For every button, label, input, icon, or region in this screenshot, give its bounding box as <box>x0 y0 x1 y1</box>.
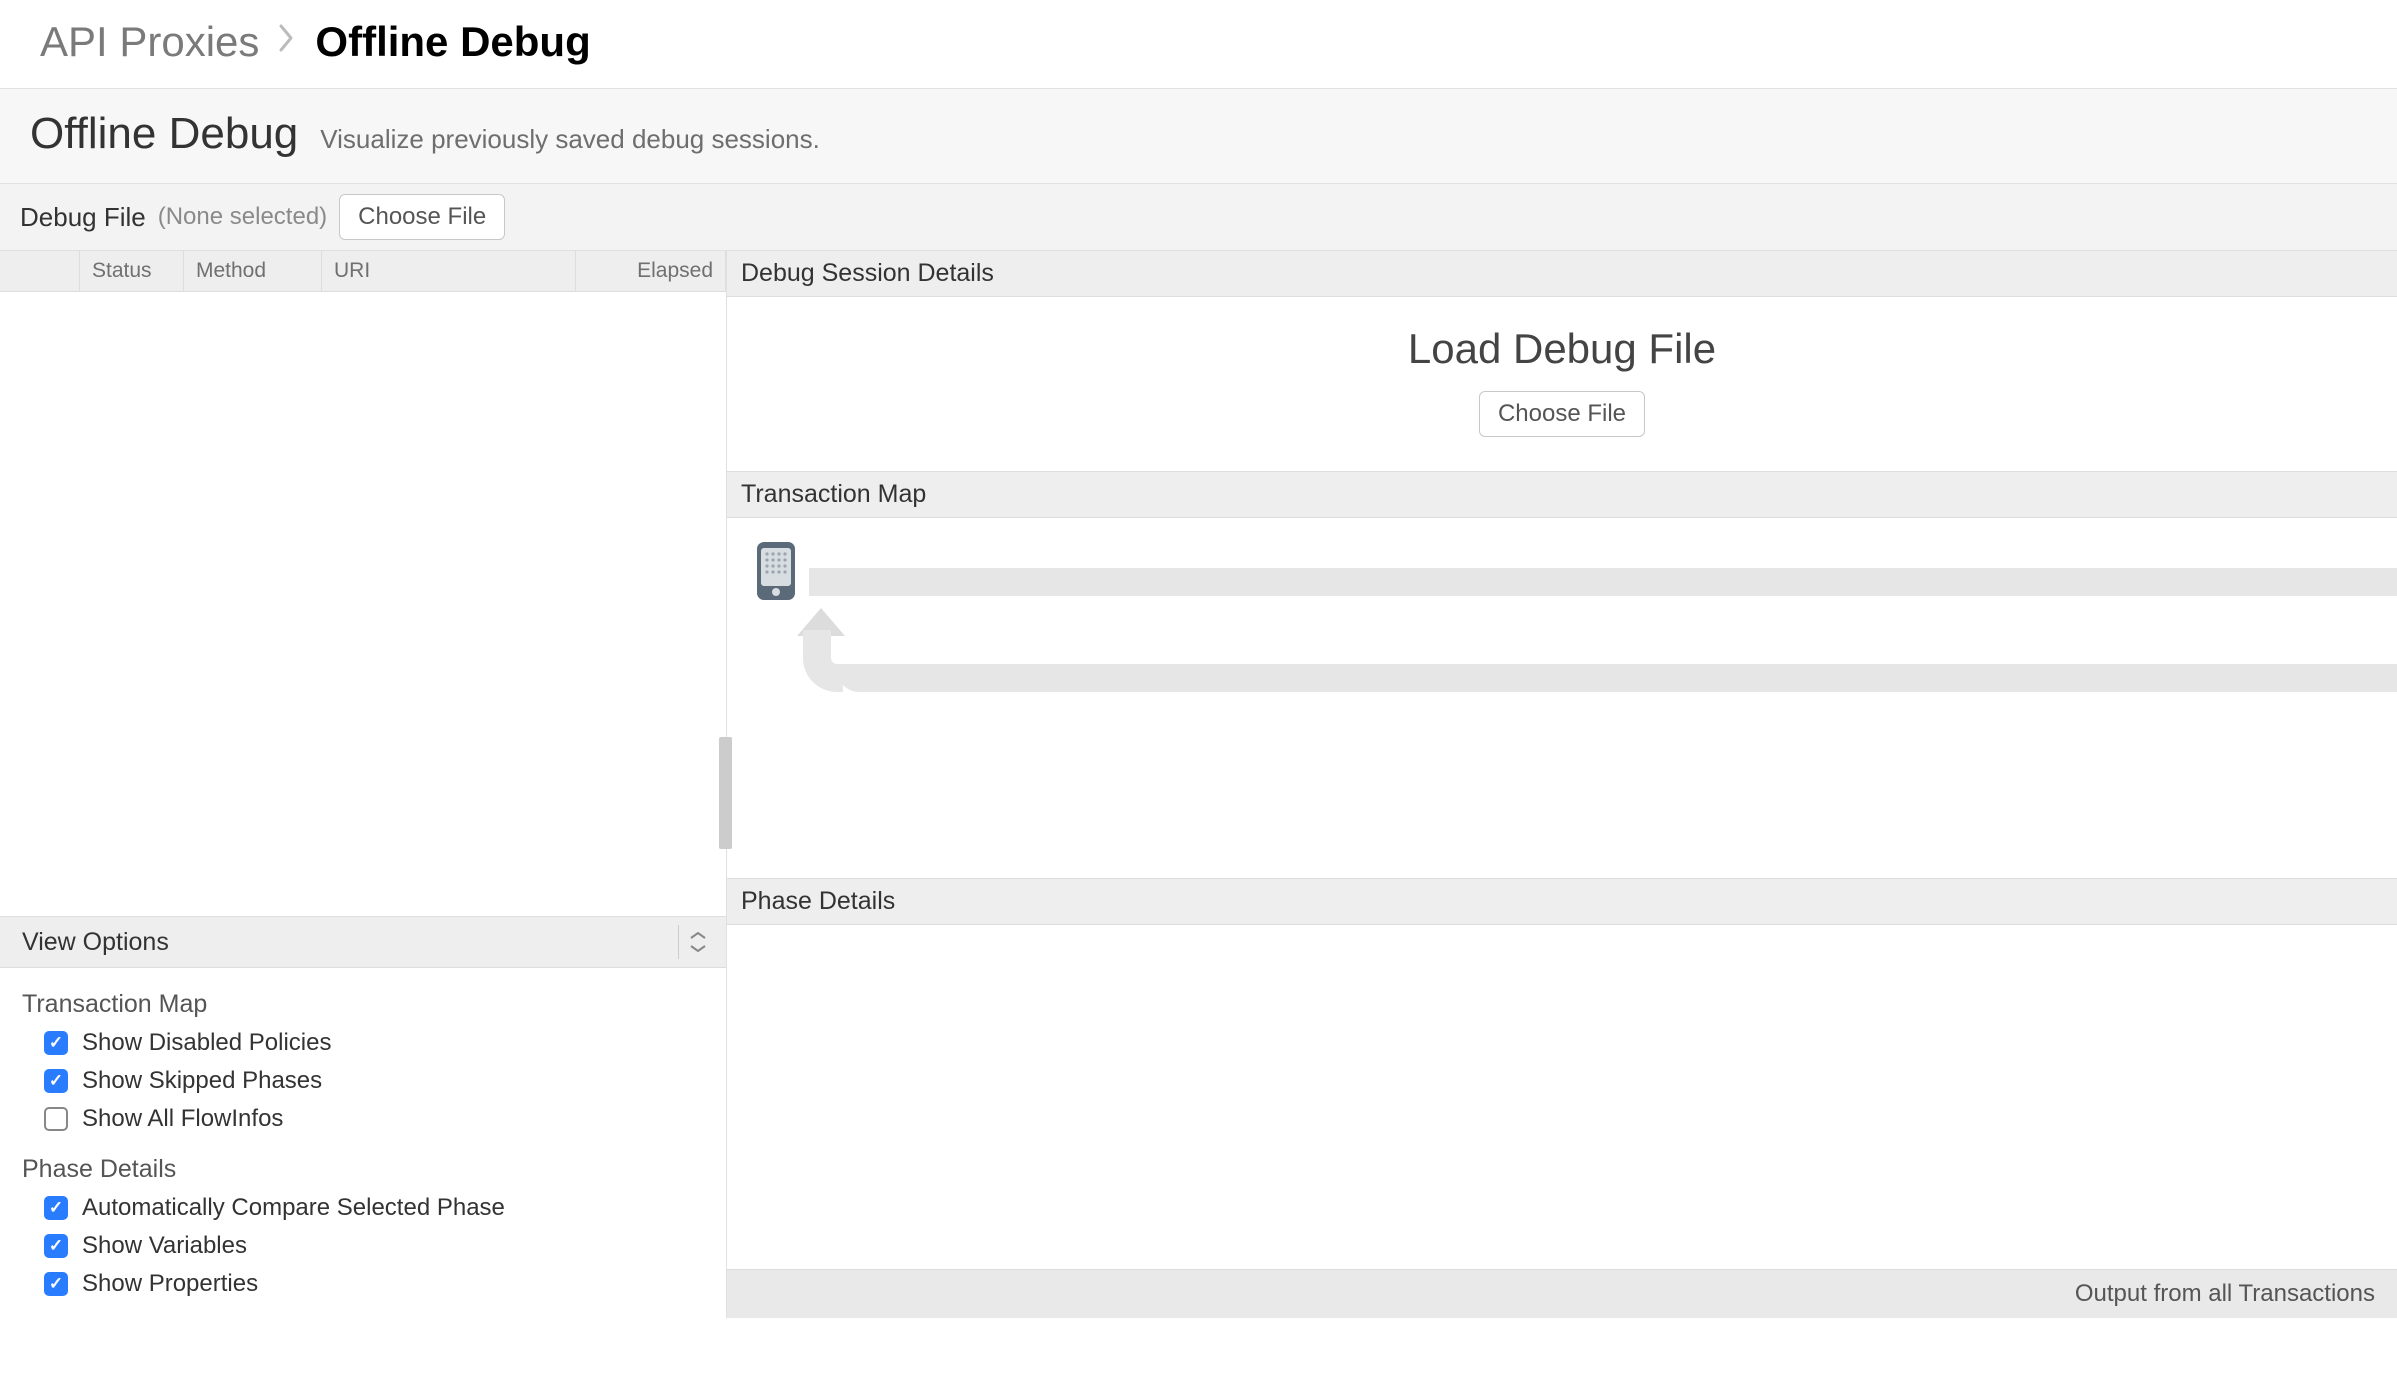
view-options-header[interactable]: View Options <box>0 917 726 968</box>
flow-curve <box>803 630 843 692</box>
transaction-map-header: Transaction Map <box>727 471 2397 518</box>
output-footer-label: Output from all Transactions <box>2075 1280 2375 1308</box>
col-method[interactable]: Method <box>184 251 322 291</box>
col-uri[interactable]: URI <box>322 251 576 291</box>
flow-line-response <box>837 664 2397 692</box>
checkbox-show-properties[interactable]: ✓ <box>44 1272 68 1296</box>
phase-details-header: Phase Details <box>727 878 2397 925</box>
label-show-all-flowinfos: Show All FlowInfos <box>82 1105 283 1133</box>
page-subtitle: Visualize previously saved debug session… <box>320 124 820 155</box>
debug-file-label: Debug File <box>20 202 146 233</box>
transaction-map-body <box>727 518 2397 878</box>
debug-file-bar: Debug File (None selected) Choose File <box>0 184 2397 251</box>
load-debug-file-area: Load Debug File Choose File <box>727 297 2397 471</box>
col-elapsed[interactable]: Elapsed <box>576 251 726 291</box>
breadcrumb: API Proxies Offline Debug <box>0 0 2397 88</box>
output-footer[interactable]: Output from all Transactions <box>727 1269 2397 1318</box>
checkbox-show-disabled-policies[interactable]: ✓ <box>44 1031 68 1055</box>
chevron-right-icon <box>277 22 297 62</box>
choose-file-button[interactable]: Choose File <box>339 194 505 240</box>
breadcrumb-parent[interactable]: API Proxies <box>40 18 259 66</box>
choose-file-button-main[interactable]: Choose File <box>1479 391 1645 437</box>
label-auto-compare-phase: Automatically Compare Selected Phase <box>82 1194 505 1222</box>
load-debug-file-title: Load Debug File <box>727 325 2397 373</box>
label-show-variables: Show Variables <box>82 1232 247 1260</box>
checkbox-auto-compare-phase[interactable]: ✓ <box>44 1196 68 1220</box>
checkbox-show-skipped-phases[interactable]: ✓ <box>44 1069 68 1093</box>
right-panel: Debug Session Details Load Debug File Ch… <box>727 251 2397 1318</box>
view-options-section-phase: Phase Details <box>22 1155 704 1184</box>
debug-file-status: (None selected) <box>158 203 327 231</box>
breadcrumb-current: Offline Debug <box>315 18 590 66</box>
page-title-bar: Offline Debug Visualize previously saved… <box>0 88 2397 184</box>
view-options-panel: View Options Transaction Map ✓ Show Disa… <box>0 916 726 1318</box>
checkbox-show-all-flowinfos[interactable] <box>44 1107 68 1131</box>
left-panel: Status Method URI Elapsed View Options T… <box>0 251 727 1318</box>
phone-icon <box>755 540 797 607</box>
transactions-table-body <box>0 292 726 916</box>
page-title: Offline Debug <box>30 109 298 159</box>
view-options-title: View Options <box>22 928 169 957</box>
flow-line-request <box>809 568 2397 596</box>
transactions-table-header: Status Method URI Elapsed <box>0 251 726 292</box>
label-show-properties: Show Properties <box>82 1270 258 1298</box>
collapse-icon[interactable] <box>678 925 716 959</box>
checkbox-show-variables[interactable]: ✓ <box>44 1234 68 1258</box>
debug-session-details-header: Debug Session Details <box>727 251 2397 297</box>
phase-details-body <box>727 925 2397 1269</box>
view-options-section-tmap: Transaction Map <box>22 990 704 1019</box>
label-show-disabled-policies: Show Disabled Policies <box>82 1029 331 1057</box>
col-status[interactable]: Status <box>80 251 184 291</box>
label-show-skipped-phases: Show Skipped Phases <box>82 1067 322 1095</box>
